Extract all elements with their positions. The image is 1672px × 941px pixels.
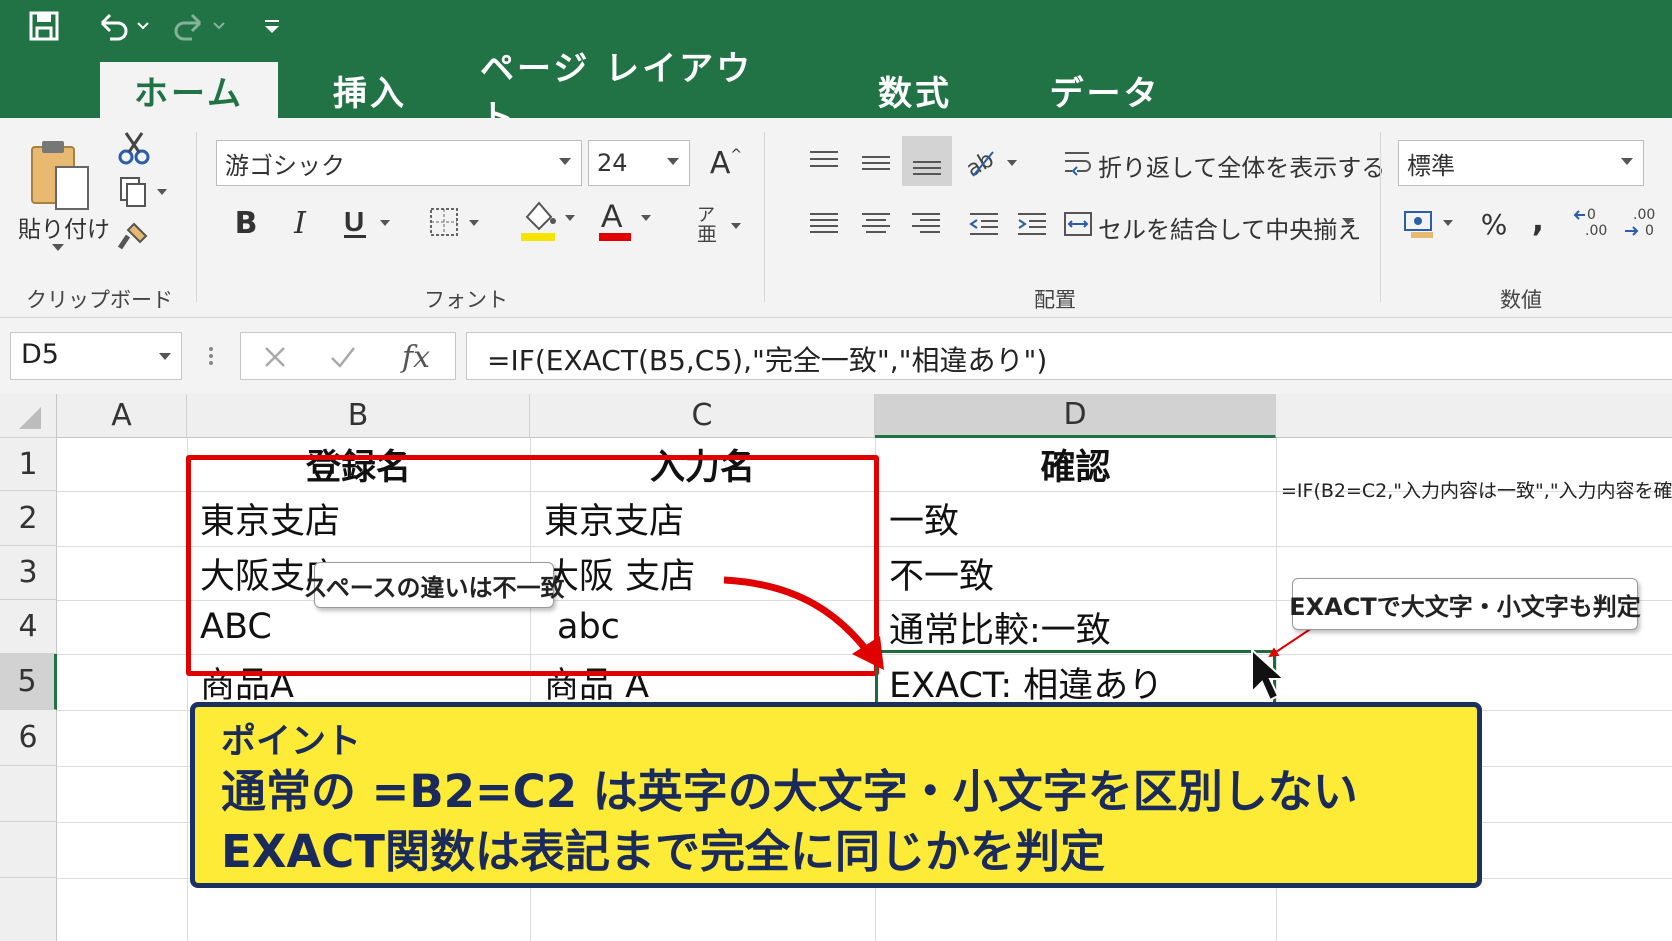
svg-text:A: A [601, 198, 623, 234]
font-name-value: 游ゴシック [225, 151, 345, 180]
borders-icon[interactable] [426, 200, 486, 246]
comma-style-button[interactable]: , [1520, 200, 1556, 240]
result-arrow [723, 576, 871, 655]
title-bar: ホーム 挿入 ページ レイアウト 数式 データ [0, 0, 1672, 138]
align-bottom-icon[interactable] [902, 136, 952, 186]
alignment-group-label: 配置 [1034, 288, 1076, 312]
svg-text:0: 0 [1587, 207, 1596, 223]
name-box-value: D5 [21, 339, 59, 370]
increase-indent-icon[interactable] [1012, 204, 1052, 244]
underline-icon[interactable]: U [338, 200, 398, 246]
font-size-select[interactable]: 24 [588, 140, 690, 186]
font-name-select[interactable]: 游ゴシック [216, 140, 582, 186]
ribbon-separator [196, 132, 197, 302]
svg-text:0: 0 [1645, 223, 1654, 239]
currency-format-icon[interactable] [1400, 204, 1464, 244]
increase-decimal-icon[interactable]: 0.00 [1572, 202, 1616, 244]
wrap-text-label[interactable]: 折り返して全体を表示する [1098, 148, 1385, 183]
bold-icon[interactable]: B [228, 200, 264, 246]
ribbon-separator [1380, 132, 1381, 302]
orientation-icon[interactable]: ab [964, 140, 1024, 184]
merge-center-label[interactable]: セルを結合して中央揃え [1098, 210, 1361, 245]
ribbon: 貼り付け クリップボード 游ゴシック 24 A ^ B I U A ア 亜 フォ… [0, 118, 1672, 318]
align-left-icon[interactable] [804, 204, 844, 244]
svg-text:U: U [344, 206, 364, 237]
number-format-select[interactable]: 標準 [1398, 140, 1644, 186]
point-line-2: EXACT関数は表記まで完全に同じかを判定 [221, 825, 1105, 878]
font-group-label: フォント [424, 288, 508, 312]
wrap-text-icon[interactable] [1062, 144, 1094, 180]
name-box-dropdown-icon[interactable] [159, 353, 171, 360]
cancel-icon[interactable] [257, 339, 293, 375]
formula-bar-grip-icon[interactable] [204, 338, 218, 374]
copy-icon[interactable] [116, 174, 172, 210]
align-middle-icon[interactable] [856, 142, 896, 182]
ribbon-separator [764, 132, 765, 302]
merge-center-icon[interactable] [1062, 206, 1094, 242]
enter-icon[interactable] [325, 339, 361, 375]
space-callout: スペースの違いは不一致 [303, 562, 565, 608]
worksheet-grid[interactable]: A B C D 1 2 3 4 5 6 登録名 入力名 確認 東京支店 東京支店 [0, 394, 1672, 941]
increase-font-icon[interactable]: A ^ [706, 140, 746, 186]
align-right-icon[interactable] [906, 204, 946, 244]
number-format-value: 標準 [1407, 151, 1455, 180]
excel-window: ホーム 挿入 ページ レイアウト 数式 データ 貼り付け クリップボード 游ゴシ… [0, 0, 1672, 941]
customize-qat-icon[interactable] [262, 6, 282, 46]
formula-input[interactable]: =IF(EXACT(B5,C5),"完全一致","相違あり") [466, 332, 1672, 380]
save-icon[interactable] [26, 6, 62, 46]
format-painter-icon[interactable] [116, 218, 152, 254]
exact-callout: EXACTで大文字・小文字も判定 [1289, 578, 1641, 630]
decrease-decimal-icon[interactable]: .00 0 [1620, 202, 1664, 244]
cut-icon[interactable] [116, 130, 152, 166]
fill-color-icon[interactable] [516, 194, 580, 246]
align-center-icon[interactable] [856, 204, 896, 244]
paste-label[interactable]: 貼り付け [18, 210, 110, 244]
paste-dropdown-icon[interactable] [50, 242, 66, 254]
phonetic-icon[interactable]: ア亜 [690, 198, 750, 248]
point-line-1: 通常の =B2=C2 は英字の大文字・小文字を区別しない [221, 765, 1358, 818]
decrease-indent-icon[interactable] [964, 204, 1004, 244]
undo-icon[interactable] [96, 6, 150, 46]
tab-home[interactable]: ホーム [100, 62, 278, 118]
tab-formulas[interactable]: 数式 [850, 62, 980, 118]
tab-insert[interactable]: 挿入 [300, 62, 440, 118]
cursor-icon [1251, 648, 1287, 702]
svg-text:亜: 亜 [697, 222, 717, 246]
tab-page-layout[interactable]: ページ レイアウト [480, 49, 780, 138]
svg-text:.00: .00 [1633, 207, 1655, 223]
merge-dropdown-icon[interactable] [1340, 216, 1356, 228]
font-color-icon[interactable]: A [594, 194, 658, 246]
align-top-icon[interactable] [804, 142, 844, 182]
formula-bar: D5 fx =IF(EXACT(B5,C5),"完全一致","相違あり") [0, 318, 1672, 394]
insert-function-button[interactable]: fx [391, 337, 441, 377]
point-callout-box: ポイント 通常の =B2=C2 は英字の大文字・小文字を区別しない EXACT関… [190, 702, 1482, 888]
font-size-value: 24 [597, 149, 628, 177]
clipboard-group-label: クリップボード [26, 288, 173, 312]
italic-icon[interactable]: I [282, 200, 318, 246]
formula-buttons: fx [240, 332, 456, 380]
tab-data[interactable]: データ [1030, 62, 1180, 118]
paste-icon[interactable] [22, 132, 98, 222]
name-box[interactable]: D5 [10, 332, 182, 380]
number-group-label: 数値 [1500, 288, 1542, 312]
percent-style-button[interactable]: % [1476, 204, 1512, 244]
svg-text:.00: .00 [1585, 223, 1607, 239]
redo-icon[interactable] [170, 6, 230, 46]
